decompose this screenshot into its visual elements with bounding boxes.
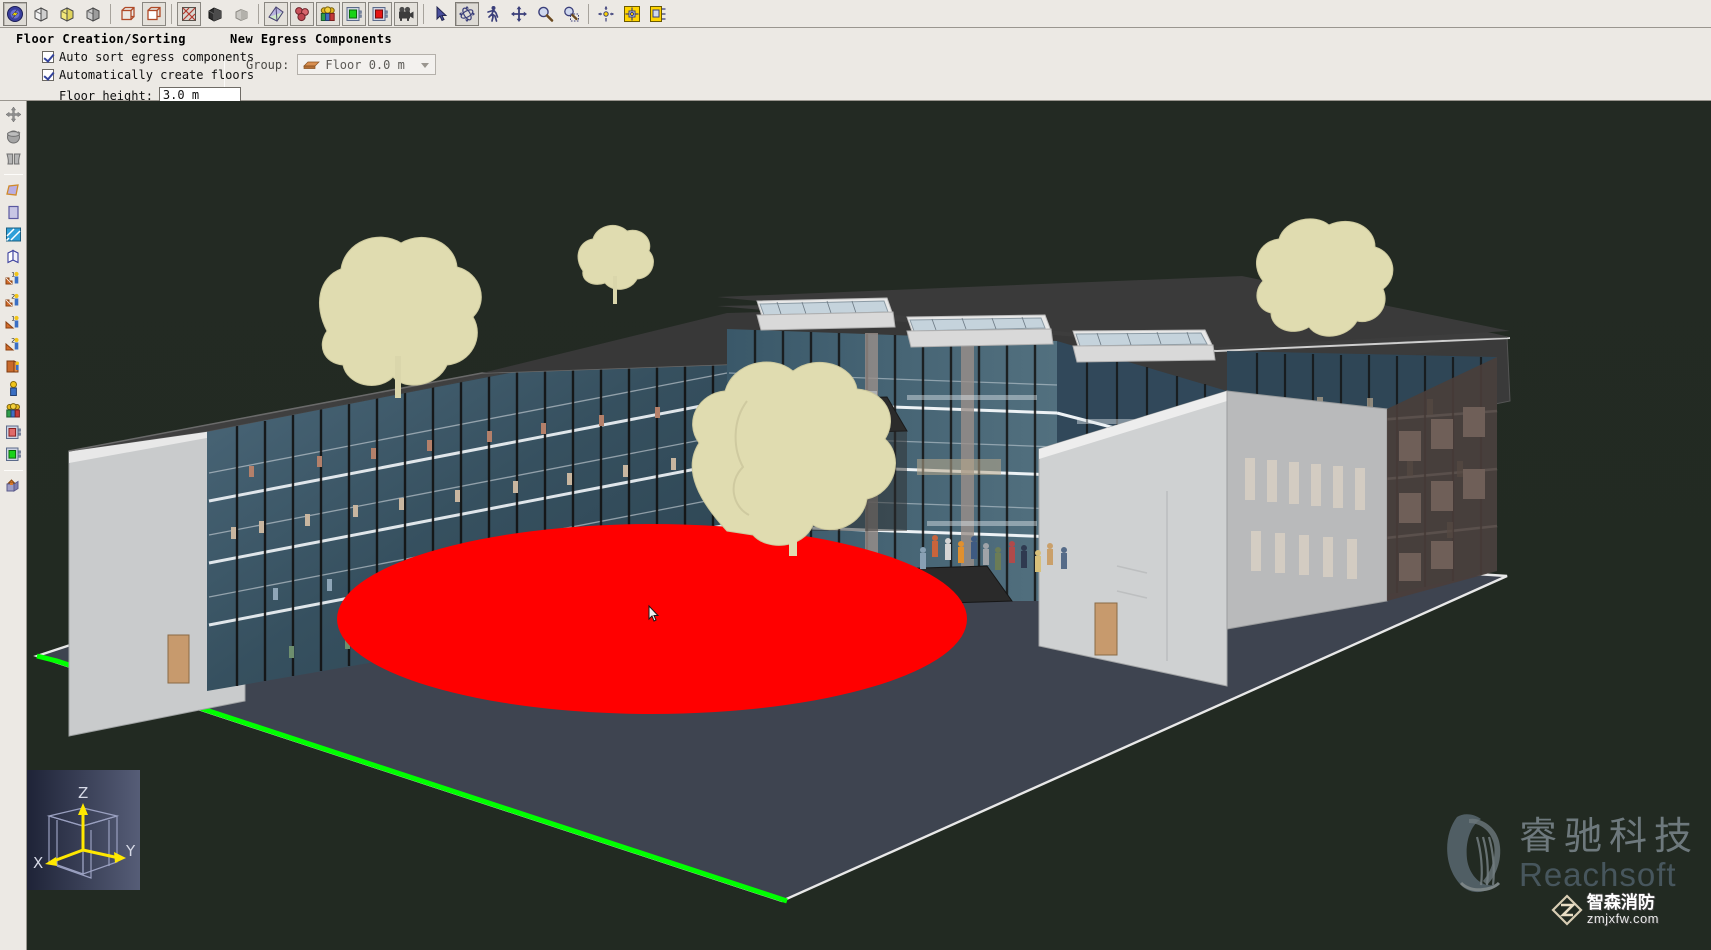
elevator-icon-button[interactable] bbox=[2, 476, 25, 497]
exit-red-icon-button-left[interactable] bbox=[2, 422, 25, 443]
toolbar-separator-4 bbox=[423, 4, 424, 24]
move-arrows-icon-button[interactable] bbox=[2, 104, 25, 125]
auto-create-floors-row[interactable]: Automatically create floors bbox=[42, 68, 254, 82]
camera-icon-button[interactable] bbox=[394, 2, 418, 26]
watermark-zmjxfw-en: zmjxfw.com bbox=[1587, 912, 1659, 926]
arrow-pointer-icon-button[interactable] bbox=[429, 2, 453, 26]
solid-dark-icon-button[interactable] bbox=[203, 2, 227, 26]
new-egress-components-title: New Egress Components bbox=[230, 32, 436, 46]
chevron-down-icon[interactable] bbox=[421, 63, 429, 68]
geometry-icon-button[interactable] bbox=[264, 2, 288, 26]
rect-room-icon-button[interactable] bbox=[2, 202, 25, 223]
auto-create-floors-label: Automatically create floors bbox=[59, 68, 254, 82]
solid-light-icon-button[interactable] bbox=[229, 2, 253, 26]
mouse-cursor bbox=[647, 604, 671, 628]
walk-icon-button[interactable] bbox=[481, 2, 505, 26]
egress-group-row: Group: Floor 0.0 m bbox=[246, 54, 436, 75]
floor-slab-icon bbox=[303, 60, 320, 70]
watermark-reachsoft-en: Reachsoft bbox=[1519, 858, 1699, 892]
toolbar-separator-1 bbox=[110, 4, 111, 24]
auto-sort-egress-label: Auto sort egress components bbox=[59, 50, 254, 64]
axis-label-x: X bbox=[33, 854, 43, 872]
shade-yellow-icon-button[interactable] bbox=[55, 2, 79, 26]
watermark-zmjxfw: 智森消防 zmjxfw.com bbox=[1551, 894, 1659, 926]
select-shaded-icon-button[interactable] bbox=[3, 2, 27, 26]
door-icon-button[interactable] bbox=[2, 356, 25, 377]
occupants-icon-button[interactable] bbox=[316, 2, 340, 26]
hatched-floor-icon-button[interactable] bbox=[2, 224, 25, 245]
mirror-icon-button[interactable] bbox=[2, 148, 25, 169]
axis-orientation-widget: Z Y X bbox=[27, 770, 140, 890]
exit-green-icon-button[interactable] bbox=[342, 2, 366, 26]
axis-label-y: Y bbox=[125, 842, 136, 860]
stair-1-icon-button[interactable]: 1 bbox=[2, 268, 25, 289]
rotate-icon-button[interactable] bbox=[2, 126, 25, 147]
left-toolbar-separator-2 bbox=[4, 470, 23, 471]
occupant-group-icon-button[interactable] bbox=[2, 400, 25, 421]
toolbar-separator-2 bbox=[171, 4, 172, 24]
shade-white-icon-button[interactable] bbox=[29, 2, 53, 26]
zoom-selection-icon-button[interactable] bbox=[594, 2, 618, 26]
application-window: Floor Creation/Sorting Auto sort egress … bbox=[0, 0, 1711, 950]
reachsoft-logo-icon bbox=[1439, 813, 1513, 895]
svg-text:2: 2 bbox=[11, 294, 15, 301]
left-toolbar-separator-1 bbox=[4, 174, 23, 175]
ramp-1-icon-button[interactable]: 1 bbox=[2, 312, 25, 333]
orbit-icon-button[interactable] bbox=[455, 2, 479, 26]
axis-label-z: Z bbox=[78, 784, 88, 802]
egress-group-value: Floor 0.0 m bbox=[325, 58, 404, 72]
exit-green-icon-button-left[interactable] bbox=[2, 444, 25, 465]
texture-off-icon-button[interactable] bbox=[177, 2, 201, 26]
extrude-icon-button[interactable] bbox=[2, 246, 25, 267]
auto-sort-egress-row[interactable]: Auto sort egress components bbox=[42, 50, 254, 64]
wireframe-icon-button[interactable] bbox=[116, 2, 140, 26]
toolbar-separator-5 bbox=[588, 4, 589, 24]
main-toolbar bbox=[0, 0, 1711, 28]
zmjxfw-logo-icon bbox=[1551, 894, 1583, 926]
occupant-icon-button[interactable] bbox=[2, 378, 25, 399]
toolbar-separator-3 bbox=[258, 4, 259, 24]
watermark-zmjxfw-cn: 智森消防 bbox=[1587, 894, 1659, 912]
obstacles-icon-button[interactable] bbox=[290, 2, 314, 26]
auto-create-floors-checkbox[interactable] bbox=[42, 69, 54, 81]
3d-viewport[interactable]: Z Y X 睿驰科技 Reachsoft bbox=[27, 101, 1711, 950]
hidden-line-icon-button[interactable] bbox=[142, 2, 166, 26]
stair-2-icon-button[interactable]: 2 bbox=[2, 290, 25, 311]
auto-sort-egress-checkbox[interactable] bbox=[42, 51, 54, 63]
zoom-icon-button[interactable] bbox=[533, 2, 557, 26]
ramp-2-icon-button[interactable]: 2 bbox=[2, 334, 25, 355]
shade-gray-icon-button[interactable] bbox=[81, 2, 105, 26]
floor-creation-sorting-group: Floor Creation/Sorting Auto sort egress … bbox=[16, 32, 254, 104]
svg-text:1: 1 bbox=[11, 316, 15, 323]
options-panel: Floor Creation/Sorting Auto sort egress … bbox=[0, 28, 1711, 101]
exit-red-icon-button[interactable] bbox=[368, 2, 392, 26]
left-tool-palette: 1 2 1 2 bbox=[0, 101, 27, 950]
reset-view-icon-button[interactable] bbox=[646, 2, 670, 26]
watermark-reachsoft: 睿驰科技 Reachsoft bbox=[1439, 813, 1699, 895]
svg-text:1: 1 bbox=[11, 272, 15, 279]
egress-group-label: Group: bbox=[246, 58, 289, 72]
new-egress-components-group: New Egress Components Group: Floor 0.0 m bbox=[230, 32, 436, 75]
floor-creation-sorting-title: Floor Creation/Sorting bbox=[16, 32, 254, 46]
zoom-window-icon-button[interactable] bbox=[559, 2, 583, 26]
pan-icon-button[interactable] bbox=[507, 2, 531, 26]
zoom-extents-icon-button[interactable] bbox=[620, 2, 644, 26]
egress-group-dropdown[interactable]: Floor 0.0 m bbox=[297, 54, 436, 75]
polygon-room-icon-button[interactable] bbox=[2, 180, 25, 201]
watermark-reachsoft-cn: 睿驰科技 bbox=[1519, 816, 1699, 856]
svg-text:2: 2 bbox=[11, 338, 15, 345]
